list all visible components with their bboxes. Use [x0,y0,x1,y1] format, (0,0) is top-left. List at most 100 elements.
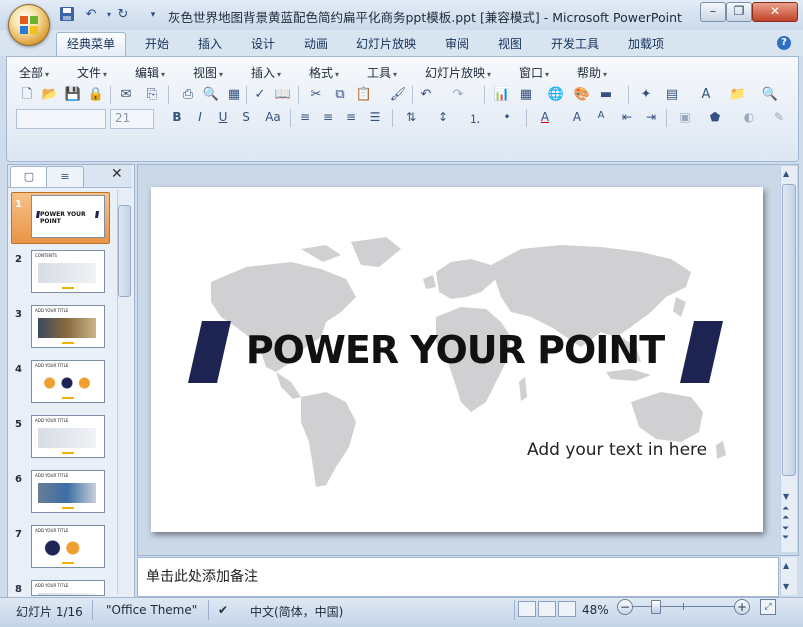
fit-to-window-icon[interactable]: ⤢ [760,599,776,615]
text-direction-icon[interactable]: ⇅ [402,110,420,124]
bullets-icon[interactable]: • [498,110,516,124]
slide-thumbnail[interactable]: ADD YOUR TITLE [31,305,105,348]
research-icon[interactable]: 📖 [273,85,293,105]
tab-review[interactable]: 审阅 [445,33,469,55]
menu-window[interactable]: 窗口 ▾ [519,64,549,81]
undo-toolbar-icon[interactable]: ↶ [416,85,436,105]
scroll-up-icon[interactable]: ▲ [783,169,789,178]
slide-subtitle[interactable]: Add your text in here [527,440,707,460]
notes-placeholder[interactable]: 单击此处添加备注 [146,566,258,586]
normal-view-button[interactable] [518,601,536,617]
slide-sorter-icon[interactable]: ▦ [224,85,244,105]
slide-thumbnail[interactable]: POWER YOUR POINT [31,195,105,238]
slide-thumbnail[interactable]: ADD YOUR TITLE [31,360,105,403]
undo-icon[interactable]: ↶ [82,6,100,24]
menu-help[interactable]: 帮助 ▾ [577,64,607,81]
redo-toolbar-icon[interactable]: ↷ [448,85,468,105]
copy-icon[interactable]: ⧉ [330,85,350,105]
menu-format[interactable]: 格式 ▾ [309,64,339,81]
zoom-level[interactable]: 48% [582,603,609,617]
align-left-icon[interactable]: ≡ [296,110,314,124]
tab-outline[interactable]: ≡ [46,166,84,187]
chart-icon[interactable]: 📊 [492,85,512,105]
menu-file[interactable]: 文件 ▾ [77,64,107,81]
office-button[interactable] [8,4,50,46]
permission-icon[interactable]: 🔒 [86,85,106,105]
justify-icon[interactable]: ☰ [366,110,384,124]
cut-icon[interactable]: ✂ [306,85,326,105]
change-case-button[interactable]: Aa [262,110,284,124]
slide-thumbnail[interactable]: ADD YOUR TITLE [31,525,105,568]
line-spacing-icon[interactable]: ↕ [434,110,452,124]
slide-thumbnail[interactable]: CONTENTS [31,250,105,293]
menu-tools[interactable]: 工具 ▾ [367,64,397,81]
align-center-icon[interactable]: ≡ [319,110,337,124]
tab-animation[interactable]: 动画 [304,33,328,55]
menu-edit[interactable]: 编辑 ▾ [135,64,165,81]
textbox-icon[interactable]: A [696,85,716,105]
slideshow-view-button[interactable] [558,601,576,617]
notes-scroll-down-icon[interactable]: ▼ [783,582,789,591]
color-grayscale-icon[interactable]: 🎨 [572,85,592,105]
menu-slideshow[interactable]: 幻灯片放映 ▾ [425,64,491,81]
layout-icon[interactable]: ▤ [662,85,682,105]
print-icon[interactable]: ⎙ [178,85,198,105]
tab-classic-menu[interactable]: 经典菜单 [56,32,127,57]
minimize-button[interactable]: – [700,2,726,22]
pane-close-icon[interactable]: ✕ [111,166,123,182]
zoom-out-button[interactable]: − [617,599,633,615]
customize-quick-access-icon[interactable]: ▾ [144,6,162,24]
arrange-icon[interactable]: ▣ [676,110,694,124]
save-icon[interactable] [58,6,76,24]
notes-scroll-up-icon[interactable]: ▲ [783,561,789,570]
tab-developer[interactable]: 开发工具 [551,33,599,55]
shapes-icon[interactable]: ⬟ [706,110,724,124]
shadow-button[interactable]: S [237,110,255,124]
decrease-indent-icon[interactable]: ⇤ [618,110,636,124]
close-button[interactable]: ✕ [752,2,798,22]
previous-slide-icon[interactable]: ⏶ ⏶ [782,505,789,523]
email-icon[interactable]: ✉ [116,85,136,105]
underline-button[interactable]: U [214,110,232,124]
font-size-combo[interactable]: 21 [110,109,154,129]
tab-home[interactable]: 开始 [145,33,169,55]
print-preview-icon[interactable]: 🔍 [201,85,221,105]
tab-addins[interactable]: 加载项 [628,33,664,55]
shrink-font-icon[interactable]: A [592,110,610,121]
zoom-slider-knob[interactable] [651,600,661,614]
spell-check-icon[interactable]: ✔ [218,603,228,617]
redo-icon[interactable]: ↻ [114,6,132,24]
slide-thumbnail[interactable]: ADD YOUR TITLE [31,415,105,458]
thumbnail-scrollbar-thumb[interactable] [118,205,131,297]
tab-slideshow[interactable]: 幻灯片放映 [356,33,416,55]
table-icon[interactable]: ▦ [516,85,536,105]
restore-button[interactable]: ❐ [726,2,752,22]
zoom-slider-track[interactable] [633,606,741,607]
publish-icon[interactable]: ⎘ [142,85,162,105]
tab-design[interactable]: 设计 [251,33,275,55]
menu-all[interactable]: 全部 ▾ [19,64,49,81]
menu-insert[interactable]: 插入 ▾ [251,64,281,81]
shape-fill-icon[interactable]: ◐ [740,110,758,124]
language-indicator[interactable]: 中文(简体，中国) [250,603,343,620]
color-bar-icon[interactable]: ▬ [596,85,616,105]
tab-insert[interactable]: 插入 [198,33,222,55]
spelling-icon[interactable]: ✓ [250,85,270,105]
open-icon[interactable]: 📂 [40,85,60,105]
next-slide-icon[interactable]: ⏷ ⏷ [782,525,789,543]
zoom-in-button[interactable]: + [734,599,750,615]
slide-scrollbar-thumb[interactable] [782,184,796,476]
slide-thumbnail[interactable]: ADD YOUR TITLE [31,580,105,596]
slide-title[interactable]: POWER YOUR POINT [235,328,675,372]
slide-canvas[interactable]: POWER YOUR POINT Add your text in here [151,187,763,532]
increase-indent-icon[interactable]: ⇥ [642,110,660,124]
tab-slides[interactable]: ▢ [10,166,48,187]
align-right-icon[interactable]: ≡ [342,110,360,124]
tab-view[interactable]: 视图 [498,33,522,55]
slide-sorter-view-button[interactable] [538,601,556,617]
grow-font-icon[interactable]: A [568,110,586,124]
menu-view[interactable]: 视图 ▾ [193,64,223,81]
new-slide-icon[interactable]: ✦ [636,85,656,105]
folder-icon[interactable]: 📁 [728,85,748,105]
web-icon[interactable]: 🌐 [546,85,566,105]
